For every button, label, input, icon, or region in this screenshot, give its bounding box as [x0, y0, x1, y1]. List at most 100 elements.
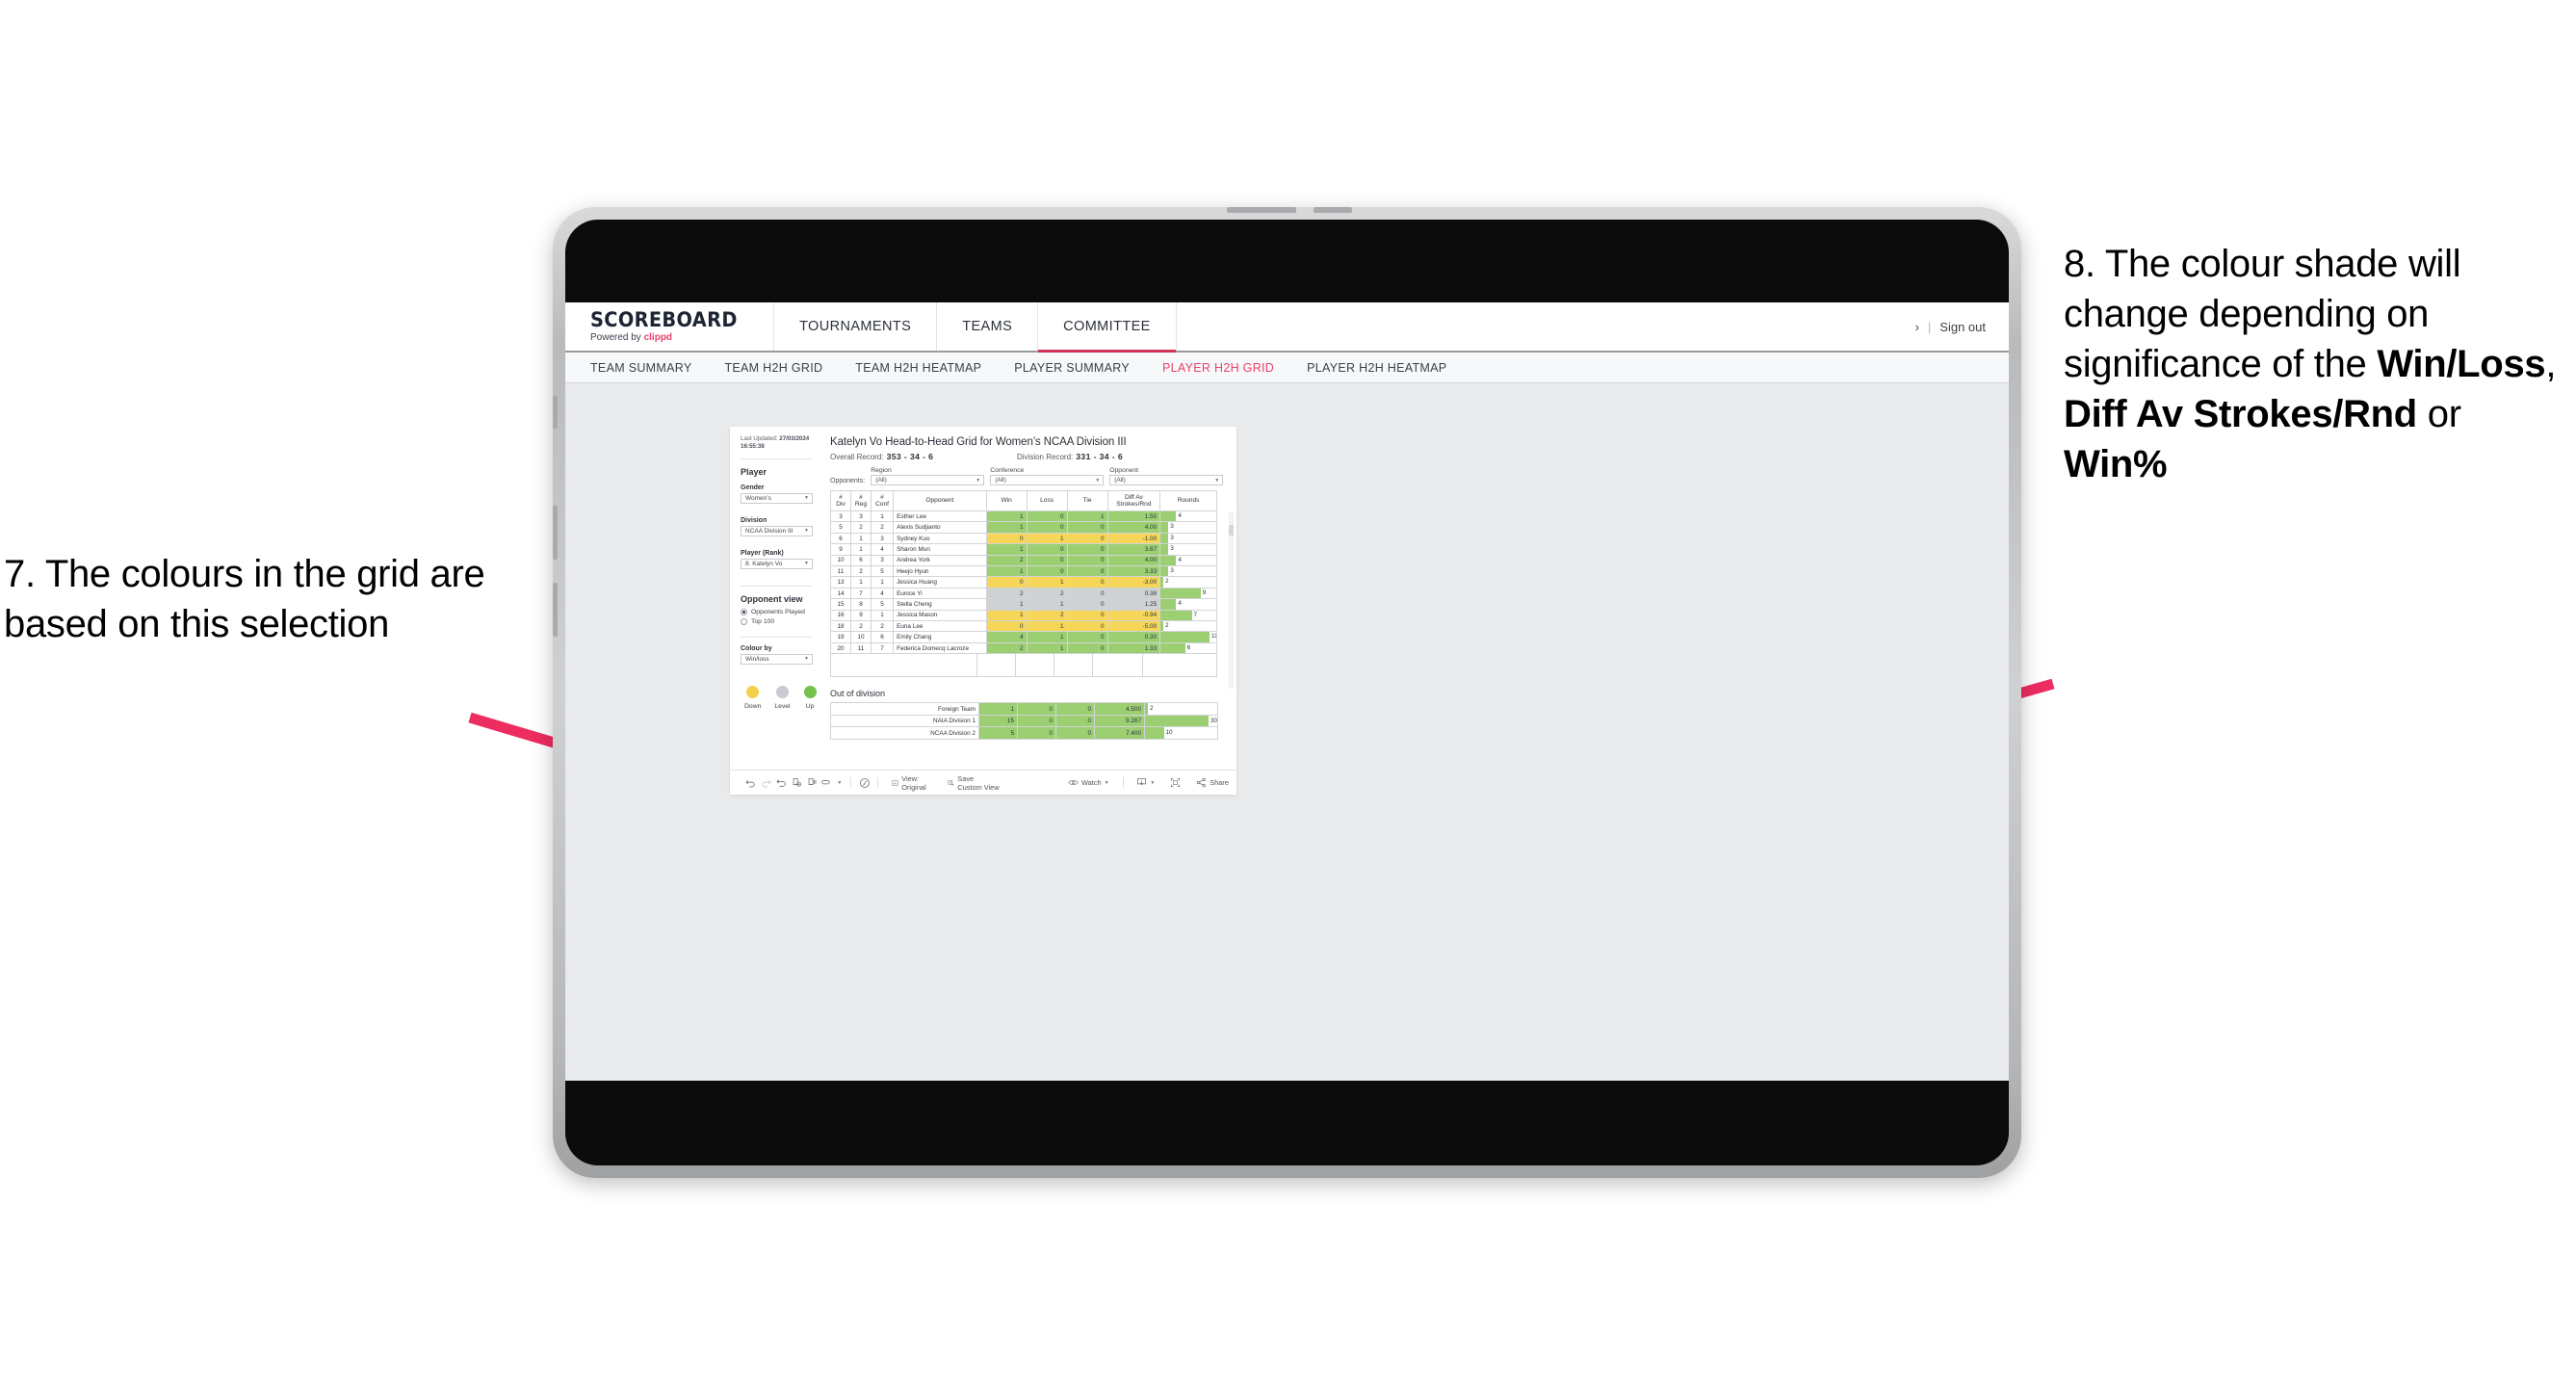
highlight-dropdown-caret-icon[interactable]: ▼	[835, 780, 845, 786]
filter-opponent-select[interactable]: (All) ▼	[1109, 475, 1224, 485]
column-header-diff-av-strokes-rnd[interactable]: Diff Av Strokes/Rnd	[1106, 490, 1161, 511]
cell-loss: 0	[1026, 510, 1068, 523]
table-row[interactable]: 20 11 7 Federica Domecq Lacroze 2 1 0 1.33 6	[830, 641, 1217, 655]
filter-player-rank-select[interactable]: 8. Katelyn Vo ▼	[741, 558, 813, 569]
cell-rounds: 2	[1144, 702, 1218, 716]
pace-icon[interactable]	[857, 777, 872, 789]
column-header-reg[interactable]: # Reg	[849, 490, 872, 511]
cell-loss: 2	[1026, 587, 1068, 600]
column-header-conf[interactable]: # Conf	[870, 490, 895, 511]
table-row[interactable]: NAIA Division 1 15 0 0 9.267 30	[830, 714, 1218, 728]
radio-opponents-played[interactable]: Opponents Played	[741, 608, 813, 615]
table-row[interactable]: 3 3 1 Esther Lee 1 0 1 1.50 4	[830, 510, 1217, 523]
sign-out-link[interactable]: Sign out	[1939, 320, 1986, 334]
table-row[interactable]: 13 1 1 Jessica Huang 0 1 0 -3.00 2	[830, 576, 1217, 588]
cell-loss: 0	[1017, 702, 1056, 716]
subnav-item-team-h2h-heatmap[interactable]: TEAM H2H HEATMAP	[855, 361, 981, 375]
revert-icon[interactable]	[774, 777, 790, 788]
tablet-volume-down-button[interactable]	[553, 583, 558, 637]
cell-tie: 0	[1055, 726, 1095, 741]
filter-colour-by-select[interactable]: Win/loss ▼	[741, 653, 813, 665]
column-header-tie[interactable]: Tie	[1066, 490, 1108, 511]
subnav-item-player-h2h-heatmap[interactable]: PLAYER H2H HEATMAP	[1307, 361, 1446, 375]
cell-win: 1	[985, 543, 1028, 556]
table-row[interactable]: 11 2 5 Heejo Hyun 1 0 0 3.33 3	[830, 565, 1217, 578]
redo-icon[interactable]	[759, 777, 774, 788]
cell-conf: 5	[870, 598, 895, 611]
table-row[interactable]: 9 1 4 Sharon Mun 1 0 0 3.67 3	[830, 543, 1217, 556]
h2h-grid-header: # Div # Reg # Conf Opponent Win Loss Tie Diff Av St…	[830, 490, 1217, 511]
annotation-left: 7. The colours in the grid are based on …	[4, 553, 485, 645]
cell-conf: 4	[870, 543, 895, 556]
download-button[interactable]: ▼	[1129, 777, 1162, 788]
table-row[interactable]: 5 2 2 Alexis Sudjianto 1 0 0 4.00 3	[830, 521, 1217, 534]
cell-diff-av-strokes: 4.00	[1106, 554, 1161, 567]
column-header-rounds[interactable]: Rounds	[1159, 490, 1217, 511]
chevron-right-icon[interactable]: ›	[1915, 320, 1919, 334]
table-row[interactable]: 15 8 5 Stella Cheng 1 1 0 1.25 4	[830, 598, 1217, 611]
subnav-item-player-summary[interactable]: PLAYER SUMMARY	[1014, 361, 1130, 375]
save-custom-view-button[interactable]: Save Custom View	[940, 774, 1007, 792]
cell-loss: 1	[1026, 631, 1068, 643]
cell-diff-av-strokes: 0.30	[1106, 631, 1161, 643]
filter-conference-select[interactable]: (All) ▼	[990, 475, 1105, 485]
table-row[interactable]: 10 6 3 Andrea York 2 0 0 4.00 4	[830, 554, 1217, 567]
table-row[interactable]: 14 7 4 Eunice Yi 2 2 0 0.38 9	[830, 587, 1217, 600]
cell-tie: 0	[1055, 714, 1095, 728]
filter-division-select[interactable]: NCAA Division III ▼	[741, 525, 813, 536]
column-header-div[interactable]: # Div	[830, 490, 851, 511]
filter-gender-select[interactable]: Women’s ▼	[741, 492, 813, 504]
cell-opponent: NAIA Division 1	[830, 714, 979, 728]
table-row[interactable]: 19106Emily Chang4100.3011	[830, 631, 1217, 643]
cell-conf: 3	[870, 554, 895, 567]
cell-diff-av-strokes: 3.67	[1106, 543, 1161, 556]
topnav-item-teams[interactable]: TEAMS	[937, 302, 1039, 351]
fullscreen-button[interactable]	[1162, 777, 1188, 788]
subnav-item-team-summary[interactable]: TEAM SUMMARY	[590, 361, 691, 375]
table-row[interactable]: 18 2 2 Euna Lee 0 1 0 -5.00 2	[830, 620, 1217, 633]
cell-tie: 0	[1066, 521, 1108, 534]
table-scrollbar[interactable]	[1229, 511, 1234, 689]
division-record-value: 331 - 34 - 6	[1076, 452, 1124, 461]
column-header-opponent[interactable]: Opponent	[893, 490, 987, 511]
table-row[interactable]: NCAA Division 2 5 0 0 7.400 10	[830, 726, 1218, 741]
tablet-power-button[interactable]	[1314, 207, 1352, 213]
watch-button[interactable]: Watch ▼	[1060, 778, 1117, 787]
cell-opponent: Stella Cheng	[893, 598, 987, 611]
topnav-item-tournaments[interactable]: TOURNAMENTS	[774, 302, 938, 351]
viz-toolbar: ▼ View: Original Save Custom View Watch …	[730, 770, 1236, 795]
column-header-loss[interactable]: Loss	[1026, 490, 1068, 511]
subnav-item-player-h2h-grid[interactable]: PLAYER H2H GRID	[1162, 361, 1274, 375]
filter-region: Region (All) ▼	[871, 467, 985, 485]
highlight-icon[interactable]	[820, 777, 835, 788]
panel-divider-1	[741, 458, 813, 459]
view-original-button[interactable]: View: Original	[884, 774, 940, 792]
table-row[interactable]: 16 9 1 Jessica Mason 1 2 0 -0.94 7	[830, 609, 1217, 622]
share-button[interactable]: Share	[1188, 777, 1236, 788]
cell-tie: 1	[1066, 510, 1108, 523]
cell-div: 18	[830, 620, 851, 633]
table-scrollbar-thumb[interactable]	[1229, 525, 1234, 536]
topnav-right-group: › | Sign out	[1915, 302, 2009, 351]
radio-top-100[interactable]: Top 100	[741, 617, 813, 625]
top-navigation-bar: SCOREBOARD Powered by clippd TOURNAMENTS…	[565, 302, 2009, 353]
filter-gender: Gender Women’s ▼	[741, 484, 813, 504]
tablet-screen: SCOREBOARD Powered by clippd TOURNAMENTS…	[565, 220, 2009, 1165]
opponent-view-heading: Opponent view	[741, 593, 803, 604]
legend-dot-down	[746, 685, 760, 698]
table-row[interactable]: Foreign Team 1 0 0 4.500 2	[830, 702, 1218, 716]
filter-conference-label: Conference	[990, 467, 1025, 474]
refresh-icon[interactable]	[789, 777, 804, 788]
topnav-item-committee[interactable]: COMMITTEE	[1038, 302, 1177, 353]
filter-region-select[interactable]: (All) ▼	[871, 475, 985, 485]
tablet-volume-up-button[interactable]	[553, 506, 558, 560]
subnav-item-team-h2h-grid[interactable]: TEAM H2H GRID	[724, 361, 822, 375]
app-logo[interactable]: SCOREBOARD Powered by clippd	[565, 302, 775, 351]
table-row[interactable]: 6 1 3 Sydney Kuo 0 1 0 -1.00 3	[830, 532, 1217, 545]
undo-icon[interactable]	[743, 777, 759, 788]
chevron-down-icon: ▼	[1104, 779, 1109, 786]
pause-icon[interactable]	[804, 777, 820, 788]
legend-item-level: Level	[774, 685, 791, 710]
cell-opponent: Esther Lee	[893, 510, 987, 523]
column-header-win[interactable]: Win	[985, 490, 1028, 511]
